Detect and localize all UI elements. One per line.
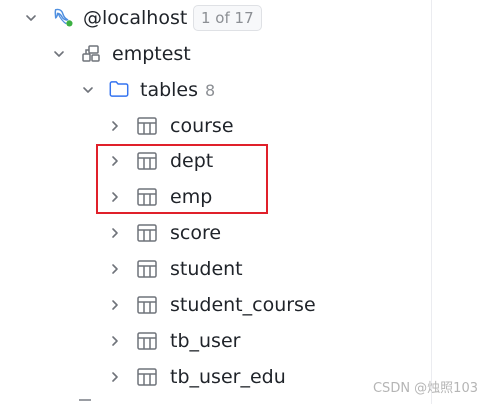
tree-node-table-student-course[interactable]: student_course	[0, 287, 431, 323]
schema-icon	[80, 43, 102, 65]
schema-label: emptest	[112, 43, 191, 65]
tables-folder-label: tables	[140, 79, 199, 101]
chevron-down-icon[interactable]	[24, 11, 38, 25]
tree-node-table-student[interactable]: student	[0, 251, 431, 287]
chevron-right-icon[interactable]	[108, 119, 122, 133]
tree-node-localhost[interactable]: @localhost 1 of 17	[0, 0, 431, 36]
tree-node-table-tb-user-edu[interactable]: tb_user_edu	[0, 359, 431, 395]
next-row-edge	[79, 399, 91, 403]
tree-node-tables-folder[interactable]: tables 8	[0, 72, 431, 108]
panel-divider	[431, 0, 432, 404]
chevron-down-icon[interactable]	[81, 83, 95, 97]
database-explorer-panel: @localhost 1 of 17 emptest tables 8 cour…	[0, 0, 492, 404]
table-icon	[136, 294, 158, 316]
table-icon	[136, 258, 158, 280]
chevron-down-icon[interactable]	[52, 47, 66, 61]
table-label: tb_user	[170, 330, 241, 352]
chevron-right-icon[interactable]	[108, 370, 122, 384]
table-icon	[136, 115, 158, 137]
host-label: @localhost	[83, 7, 188, 29]
chevron-right-icon[interactable]	[108, 298, 122, 312]
watermark: CSDN @烛照103	[372, 381, 478, 396]
table-icon	[136, 222, 158, 244]
tree-node-emptest[interactable]: emptest	[0, 36, 431, 72]
chevron-right-icon[interactable]	[108, 226, 122, 240]
annotation-highlight-box	[96, 144, 268, 214]
chevron-right-icon[interactable]	[108, 334, 122, 348]
table-label: tb_user_edu	[170, 366, 286, 388]
table-label: course	[170, 115, 234, 137]
table-icon	[136, 366, 158, 388]
table-label: student_course	[170, 294, 316, 316]
folder-icon	[108, 78, 130, 100]
table-label: student	[170, 258, 243, 280]
table-icon	[136, 330, 158, 352]
chevron-right-icon[interactable]	[108, 262, 122, 276]
mysql-dolphin-icon	[52, 6, 74, 28]
tables-count: 8	[205, 81, 216, 100]
table-label: score	[170, 222, 222, 244]
connection-counter-badge: 1 of 17	[193, 5, 262, 31]
tree-node-table-score[interactable]: score	[0, 215, 431, 251]
tree-node-table-tb-user[interactable]: tb_user	[0, 323, 431, 359]
tree-node-table-course[interactable]: course	[0, 108, 431, 144]
